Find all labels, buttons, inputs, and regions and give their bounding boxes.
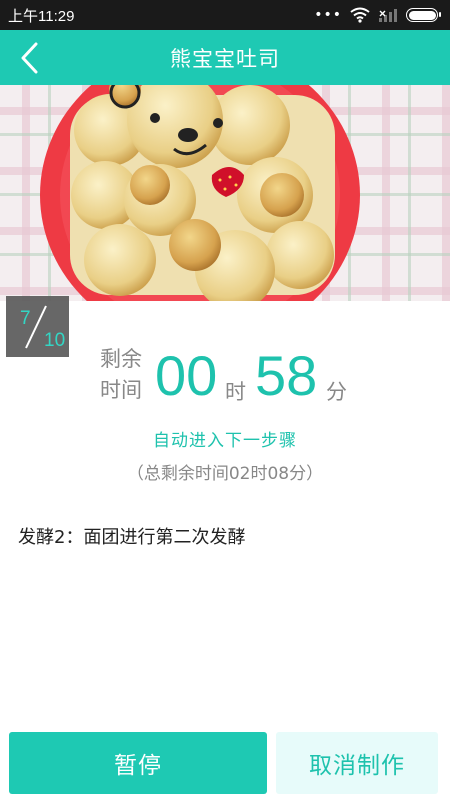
hours-unit: 时 bbox=[225, 380, 246, 404]
status-icons: ••• bbox=[314, 7, 441, 23]
minutes-unit: 分 bbox=[326, 380, 347, 404]
pause-button[interactable]: 暂停 bbox=[9, 732, 267, 794]
battery-icon bbox=[406, 8, 441, 22]
remaining-label-1: 剩余 bbox=[100, 347, 142, 371]
status-bar: 上午11:29 ••• bbox=[0, 0, 450, 30]
hours-value: 00 bbox=[155, 344, 218, 407]
countdown-timer: 剩余 时间 00 时 58 分 bbox=[0, 340, 450, 415]
remaining-label-2: 时间 bbox=[100, 378, 142, 402]
back-button[interactable] bbox=[8, 30, 52, 85]
cancel-button[interactable]: 取消制作 bbox=[276, 732, 438, 794]
notification-dots: ••• bbox=[314, 7, 342, 23]
page-title: 熊宝宝吐司 bbox=[170, 46, 280, 71]
title-bar: 熊宝宝吐司 bbox=[0, 30, 450, 85]
minutes-value: 58 bbox=[255, 344, 318, 407]
chevron-left-icon bbox=[21, 42, 38, 73]
bear-bread-photo bbox=[0, 85, 450, 301]
step-current: 7 bbox=[20, 308, 31, 329]
wifi-icon bbox=[350, 7, 370, 23]
recipe-image bbox=[0, 85, 450, 301]
signal-icon bbox=[379, 9, 397, 22]
status-time: 上午11:29 bbox=[8, 7, 75, 25]
auto-next-text: 自动进入下一步骤 bbox=[153, 431, 297, 451]
step-description: 发酵2：面团进行第二次发酵 bbox=[18, 527, 246, 548]
total-remaining-text: （总剩余时间02时08分） bbox=[126, 464, 324, 484]
